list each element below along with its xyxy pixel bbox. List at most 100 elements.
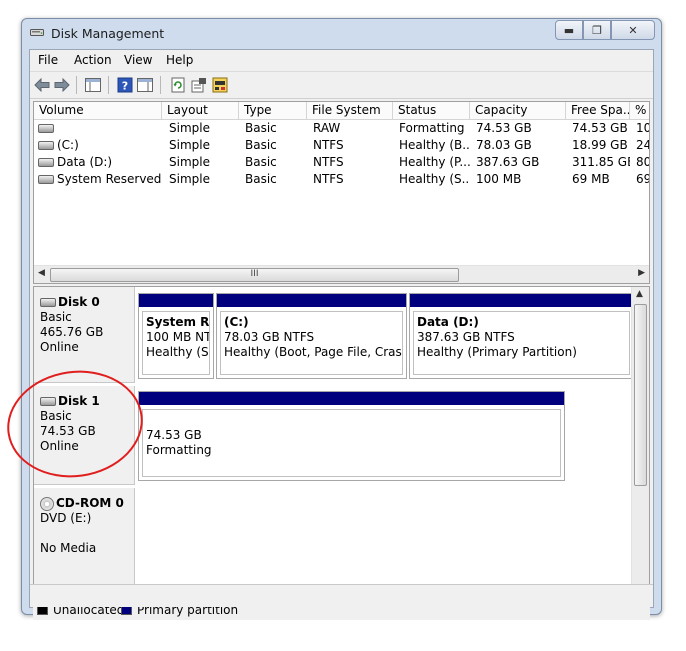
menu-help[interactable]: Help: [166, 53, 193, 67]
partition-system-reserved[interactable]: System Res 100 MB NTF Healthy (Sys: [138, 293, 214, 379]
menu-view[interactable]: View: [124, 53, 152, 67]
forward-button[interactable]: [53, 76, 71, 94]
scroll-up-icon[interactable]: ▲: [636, 289, 643, 299]
drive-icon: [38, 124, 54, 133]
column-header-free-space[interactable]: Free Spa...: [566, 102, 630, 119]
volume-row[interactable]: Data (D:) Simple Basic NTFS Healthy (P..…: [34, 154, 649, 171]
partition-body: 74.53 GB Formatting: [142, 409, 561, 477]
type-cell: Basic: [245, 121, 277, 135]
minimize-button[interactable]: ▬: [555, 20, 583, 40]
back-arrow-icon: [34, 78, 50, 92]
title-bar: Disk Management ▬ ❐ ✕: [22, 19, 661, 47]
disk-size: 465.76 GB: [40, 325, 104, 339]
file-system-cell: NTFS: [313, 155, 344, 169]
disk-kind: DVD (E:): [40, 511, 92, 525]
console-tree-icon: [85, 78, 101, 92]
partition-size: 100 MB NTF: [146, 330, 209, 344]
status-cell: Healthy (S...: [399, 172, 470, 186]
status-cell: Healthy (P...: [399, 155, 470, 169]
partition-size: 74.53 GB: [146, 428, 202, 442]
toolbar: ?: [30, 72, 653, 99]
svg-text:?: ?: [122, 80, 128, 93]
column-header-status[interactable]: Status: [393, 102, 470, 119]
toolbar-separator: [160, 76, 161, 94]
disk-settings-button[interactable]: [211, 76, 229, 94]
restore-icon: ❐: [592, 23, 602, 37]
properties-pane-icon: [137, 78, 153, 92]
column-header-layout[interactable]: Layout: [162, 102, 239, 119]
disk-0-info[interactable]: Disk 0 Basic 465.76 GB Online: [34, 287, 135, 383]
layout-cell: Simple: [169, 155, 210, 169]
show-hide-console-tree-button[interactable]: [84, 76, 102, 94]
disk-1-info[interactable]: Disk 1 Basic 74.53 GB Online: [34, 386, 135, 485]
partition-disk-1-formatting[interactable]: 74.53 GB Formatting: [138, 391, 565, 481]
disk-name: Disk 1: [58, 394, 100, 408]
partition-data-d[interactable]: Data (D:) 387.63 GB NTFS Healthy (Primar…: [409, 293, 634, 379]
file-system-cell: RAW: [313, 121, 341, 135]
volume-name-cell: [34, 120, 162, 137]
caption-buttons: ▬ ❐ ✕: [555, 20, 655, 40]
partition-c[interactable]: (C:) 78.03 GB NTFS Healthy (Boot, Page F…: [216, 293, 407, 379]
partition-body: (C:) 78.03 GB NTFS Healthy (Boot, Page F…: [220, 311, 403, 375]
menu-file[interactable]: File: [38, 53, 58, 67]
maximize-button[interactable]: ❐: [583, 20, 611, 40]
volume-name-cell: Data (D:): [34, 154, 162, 171]
partition-size: 78.03 GB NTFS: [224, 330, 315, 344]
refresh-icon: [171, 77, 185, 93]
status-cell: Formatting: [399, 121, 465, 135]
partition-name: Data (D:): [417, 315, 479, 329]
show-hide-action-pane-button[interactable]: [136, 76, 154, 94]
close-button[interactable]: ✕: [611, 20, 655, 40]
volume-row[interactable]: System Reserved Simple Basic NTFS Health…: [34, 171, 649, 188]
horizontal-scroll-thumb[interactable]: III: [50, 268, 459, 282]
layout-cell: Simple: [169, 138, 210, 152]
disk-kind: Basic: [40, 310, 72, 324]
disk-1-row: Disk 1 Basic 74.53 GB Online 74.53 GB Fo…: [34, 386, 640, 485]
drive-icon: [38, 158, 54, 167]
disk-0-row: Disk 0 Basic 465.76 GB Online System Res…: [34, 287, 640, 383]
disk-management-window: Disk Management ▬ ❐ ✕ File Action View H…: [21, 18, 662, 620]
column-header-capacity[interactable]: Capacity: [470, 102, 566, 119]
volume-name: Data (D:): [57, 155, 113, 169]
primary-partition-bar: [410, 294, 633, 307]
layout-cell: Simple: [169, 172, 210, 186]
volume-row[interactable]: Simple Basic RAW Formatting 74.53 GB 74.…: [34, 120, 649, 137]
vertical-scroll-thumb[interactable]: [634, 304, 647, 486]
scroll-left-icon[interactable]: ◀: [38, 268, 45, 278]
cd-rom-icon: [40, 496, 54, 511]
free-space-cell: 18.99 GB: [572, 138, 628, 152]
volume-name: (C:): [57, 138, 79, 152]
help-button[interactable]: ?: [116, 76, 134, 94]
primary-partition-bar: [139, 392, 564, 405]
layout-cell: Simple: [169, 121, 210, 135]
column-header-type[interactable]: Type: [239, 102, 307, 119]
scroll-right-icon[interactable]: ▶: [638, 268, 645, 278]
help-icon: ?: [117, 77, 133, 93]
percent-free-cell: 100: [636, 121, 649, 135]
partition-status: Healthy (Sys: [146, 345, 209, 359]
primary-partition-bar: [139, 294, 213, 307]
column-header-file-system[interactable]: File System: [307, 102, 393, 119]
partition-name: System Res: [146, 315, 210, 329]
disk-icon: [40, 298, 56, 307]
disk-state: Online: [40, 340, 79, 354]
volume-row[interactable]: (C:) Simple Basic NTFS Healthy (B... 78.…: [34, 137, 649, 154]
refresh-button[interactable]: [169, 76, 187, 94]
partition-body: Data (D:) 387.63 GB NTFS Healthy (Primar…: [413, 311, 630, 375]
cdrom-0-info[interactable]: CD-ROM 0 DVD (E:) No Media: [34, 488, 135, 599]
horizontal-scrollbar[interactable]: ◀ III ▶: [34, 265, 649, 283]
volume-name-cell: (C:): [34, 137, 162, 154]
disk-kind: Basic: [40, 409, 72, 423]
properties-button[interactable]: [190, 76, 208, 94]
column-header-volume[interactable]: Volume: [34, 102, 162, 119]
client-area: File Action View Help ? Volume Layout Ty…: [29, 49, 654, 620]
toolbar-separator: [108, 76, 109, 94]
volume-list-header: Volume Layout Type File System Status Ca…: [34, 102, 649, 120]
back-button[interactable]: [33, 76, 51, 94]
type-cell: Basic: [245, 155, 277, 169]
window-title: Disk Management: [51, 26, 165, 41]
vertical-scrollbar[interactable]: ▲ ▼: [631, 287, 649, 599]
column-header-percent-free[interactable]: % F: [630, 102, 649, 119]
menu-action[interactable]: Action: [74, 53, 112, 67]
capacity-cell: 74.53 GB: [476, 121, 532, 135]
